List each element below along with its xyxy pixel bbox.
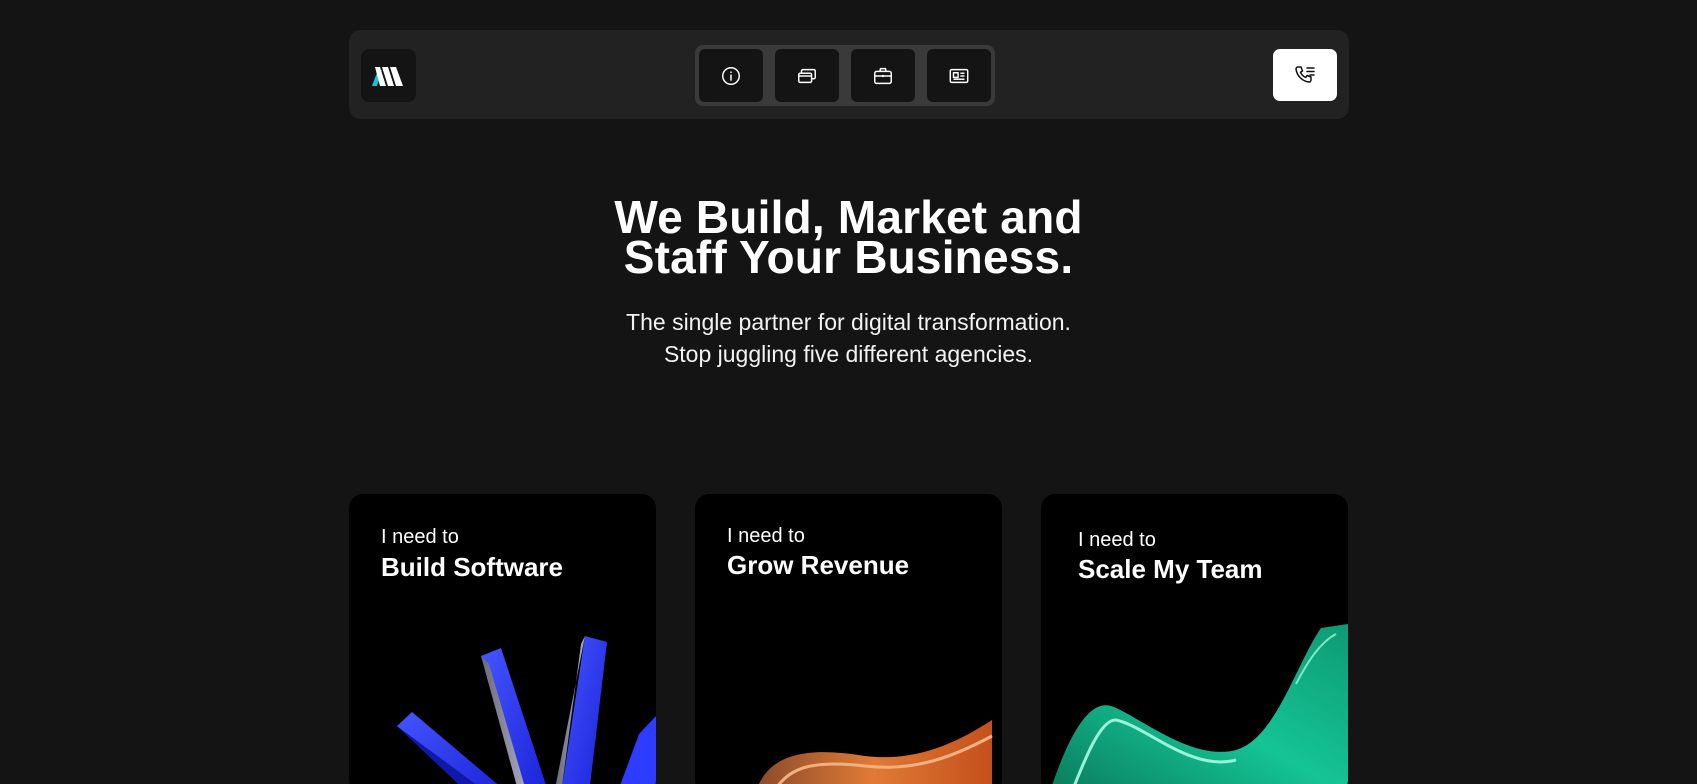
nav-about-button[interactable] bbox=[699, 49, 763, 102]
hero-subtitle-line-1: The single partner for digital transform… bbox=[626, 309, 1071, 335]
call-button[interactable] bbox=[1273, 49, 1337, 101]
logo-mark-icon bbox=[371, 66, 403, 86]
card-kicker: I need to bbox=[1078, 529, 1156, 551]
card-kicker: I need to bbox=[381, 526, 459, 548]
nav-button-group bbox=[695, 45, 995, 106]
card-scale-my-team[interactable]: I need to Scale My Team bbox=[1041, 494, 1348, 784]
logo[interactable] bbox=[361, 49, 416, 102]
card-title: Scale My Team bbox=[1078, 554, 1263, 584]
hero-subtitle-line-2: Stop juggling five different agencies. bbox=[663, 341, 1034, 367]
cards-icon bbox=[798, 68, 816, 83]
info-icon bbox=[722, 66, 740, 85]
hero-subtitle: The single partner for digital transform… bbox=[0, 306, 1697, 370]
card-title: Grow Revenue bbox=[727, 550, 910, 580]
phone-list-icon bbox=[1295, 66, 1315, 83]
card-build-software[interactable]: I need to Build Software bbox=[349, 494, 656, 784]
top-navbar bbox=[349, 30, 1349, 119]
card-grow-revenue[interactable]: I need to Grow Revenue bbox=[695, 494, 1002, 784]
card-title: Build Software bbox=[381, 552, 564, 582]
nav-news-button[interactable] bbox=[927, 49, 991, 102]
hero-title-line-2: Staff Your Business. bbox=[623, 231, 1074, 283]
page: We Build, Market and Staff Your Business… bbox=[0, 0, 1697, 784]
newspaper-icon bbox=[949, 68, 969, 83]
card-kicker: I need to bbox=[727, 525, 805, 547]
hero-title: We Build, Market and Staff Your Business… bbox=[0, 194, 1697, 283]
briefcase-icon bbox=[874, 67, 892, 84]
nav-portfolio-button[interactable] bbox=[775, 49, 839, 102]
nav-services-button[interactable] bbox=[851, 49, 915, 102]
